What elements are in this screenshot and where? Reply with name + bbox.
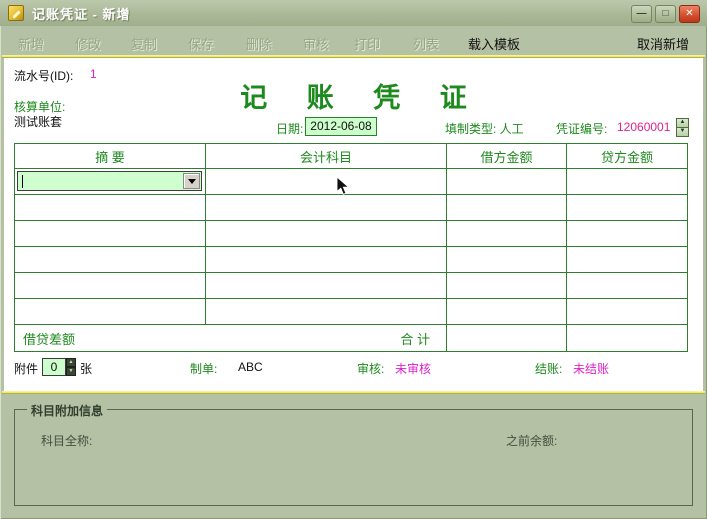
voucher-no-stepper[interactable]: ▲ ▼ (676, 118, 689, 137)
toolbar-button-load-template[interactable]: 载入模板 (468, 34, 520, 53)
difference-label: 借贷差额 (23, 331, 76, 347)
summary-cell[interactable] (15, 195, 206, 221)
toolbar-button-list: 列表 (413, 37, 440, 52)
credit-total-cell (567, 325, 687, 351)
credit-cell[interactable] (567, 299, 687, 325)
stepper-up-icon[interactable]: ▲ (676, 118, 689, 128)
column-header-debit: 借方金额 (447, 144, 567, 169)
audit-value: 未审核 (395, 362, 432, 376)
debit-cell[interactable] (447, 247, 567, 273)
summary-combobox[interactable] (17, 171, 202, 191)
credit-cell[interactable] (567, 195, 687, 221)
voucher-window: 记账凭证 - 新增 — □ ✕ 新增 修改 复制 保存 删除 审核 打印 列表 … (0, 0, 707, 519)
summary-cell[interactable] (15, 247, 206, 273)
toolbar: 新增 修改 复制 保存 删除 审核 打印 列表 载入模板 取消新增 (0, 26, 707, 56)
stepper-up-icon[interactable]: ▲ (66, 358, 76, 367)
voucher-no-label: 凭证编号: (556, 122, 608, 136)
credit-cell[interactable] (567, 247, 687, 273)
date-field[interactable]: 2012-06-08 (305, 117, 377, 136)
debit-cell[interactable] (447, 299, 567, 325)
accounting-unit-value: 测试账套 (14, 115, 63, 129)
toolbar-button-cancel-new[interactable]: 取消新增 (637, 34, 689, 53)
maker-label: 制单: (190, 362, 218, 376)
credit-cell[interactable] (567, 273, 687, 299)
maker-value: ABC (238, 360, 263, 374)
toolbar-button-audit: 审核 (303, 37, 330, 52)
column-header-summary: 摘 要 (15, 144, 206, 169)
attachment-label: 附件 (14, 362, 39, 376)
text-caret (22, 175, 23, 188)
toolbar-button-edit: 修改 (75, 37, 102, 52)
debit-cell[interactable] (447, 195, 567, 221)
column-header-account: 会计科目 (206, 144, 447, 169)
summary-cell[interactable] (15, 221, 206, 247)
form-title: 记 账 凭 证 (240, 83, 483, 113)
audit-label: 审核: (357, 362, 385, 376)
previous-balance-label: 之前余额: (506, 434, 558, 448)
credit-cell[interactable] (567, 169, 687, 195)
settle-value: 未结账 (573, 362, 610, 376)
account-cell[interactable] (206, 299, 447, 325)
credit-cell[interactable] (567, 221, 687, 247)
total-label: 合 计 (400, 331, 430, 347)
toolbar-button-copy: 复制 (131, 37, 158, 52)
account-cell[interactable] (206, 247, 447, 273)
debit-cell[interactable] (447, 273, 567, 299)
attachment-unit: 张 (80, 362, 93, 376)
toolbar-button-new: 新增 (18, 37, 45, 52)
summary-cell[interactable] (15, 299, 206, 325)
maximize-icon: □ (662, 8, 669, 19)
maximize-button[interactable]: □ (655, 5, 676, 23)
subject-full-name-label: 科目全称: (41, 434, 93, 448)
toolbar-button-save: 保存 (188, 37, 215, 52)
toolbar-button-print: 打印 (354, 37, 381, 52)
debit-total-cell (447, 325, 567, 351)
settle-label: 结账: (535, 362, 563, 376)
summary-cell[interactable] (15, 273, 206, 299)
mouse-cursor (336, 176, 350, 195)
group-title: 科目附加信息 (27, 402, 108, 419)
close-button[interactable]: ✕ (679, 5, 700, 23)
fill-type: 填制类型: 人工 (445, 122, 524, 136)
date-label: 日期: (276, 122, 304, 136)
debit-cell[interactable] (447, 169, 567, 195)
toolbar-button-delete: 删除 (246, 37, 273, 52)
table-footer: 借贷差额 合 计 (15, 325, 447, 351)
column-header-credit: 贷方金额 (567, 144, 687, 169)
account-cell[interactable] (206, 169, 447, 195)
account-cell[interactable] (206, 195, 447, 221)
summary-cell[interactable] (15, 169, 206, 195)
stepper-down-icon[interactable]: ▼ (66, 367, 76, 376)
window-title: 记账凭证 - 新增 (32, 6, 131, 22)
subject-extra-info-group: 科目附加信息 科目全称: 之前余额: (14, 402, 693, 506)
attachment-stepper[interactable]: ▲ ▼ (66, 358, 76, 376)
minimize-icon: — (636, 8, 647, 19)
minimize-button[interactable]: — (631, 5, 652, 23)
voucher-no-value: 12060001 (617, 120, 671, 134)
voucher-form: 流水号(ID): 1 核算单位: 测试账套 记 账 凭 证 日期: 2012-0… (4, 58, 703, 391)
close-icon: ✕ (685, 8, 694, 19)
account-cell[interactable] (206, 221, 447, 247)
combobox-dropdown-button[interactable] (183, 173, 200, 189)
bottom-separator (2, 391, 705, 394)
voucher-table: 摘 要 会计科目 借方金额 贷方金额 借贷差额 合 计 (14, 143, 688, 352)
app-icon (8, 5, 24, 21)
account-cell[interactable] (206, 273, 447, 299)
title-bar[interactable]: 记账凭证 - 新增 — □ ✕ (0, 0, 707, 26)
debit-cell[interactable] (447, 221, 567, 247)
stepper-down-icon[interactable]: ▼ (676, 128, 689, 137)
attachment-count-field[interactable]: 0 (42, 358, 66, 376)
